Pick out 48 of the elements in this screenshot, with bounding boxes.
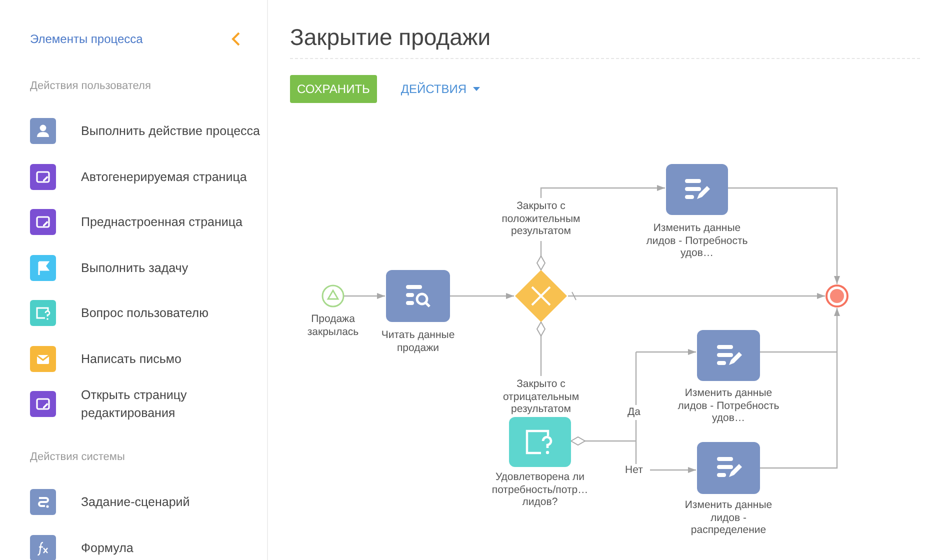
element-label[interactable]: Выполнить задачу	[81, 258, 188, 277]
page-pencil-icon[interactable]	[30, 164, 56, 190]
default-flow-mark	[572, 292, 576, 300]
envelope-icon[interactable]	[30, 346, 56, 372]
person-icon[interactable]	[30, 118, 56, 144]
node-label: Изменить данные лидов - распределение	[684, 499, 774, 536]
task-node[interactable]	[386, 270, 450, 322]
element-label[interactable]: Формула	[81, 538, 134, 557]
element-label[interactable]: Задание-сценарий	[81, 493, 190, 512]
window-question-icon[interactable]	[30, 300, 56, 326]
task-node[interactable]	[697, 442, 760, 494]
node-label: Продажа закрылась	[306, 313, 360, 338]
condition-marker-icon	[536, 321, 546, 337]
connector-arrow	[650, 467, 696, 473]
question-task-node[interactable]	[509, 417, 571, 467]
element-label[interactable]: Написать письмо	[81, 350, 182, 368]
start-event-icon	[321, 284, 345, 308]
connector-arrow	[636, 349, 696, 355]
formula-icon[interactable]	[30, 534, 56, 560]
node-label: Читать данные продажи	[380, 329, 456, 354]
element-label[interactable]: Автогенерируемая страница	[81, 168, 247, 186]
node-label: Изменить данные лидов - Потребность удов…	[676, 387, 780, 424]
page-pencil-icon[interactable]	[30, 391, 56, 418]
condition-marker-icon	[536, 255, 546, 271]
gateway-diamond	[514, 269, 568, 323]
element-label[interactable]: Открыть страницу редактирования	[81, 386, 266, 422]
panel-title: Элементы процесса	[30, 31, 143, 48]
list-magnifier-icon	[404, 283, 432, 309]
connector-arrow	[450, 293, 514, 299]
element-label[interactable]: Выполнить действие процесса	[81, 122, 260, 140]
task-node[interactable]	[697, 330, 760, 381]
node-label: Удовлетворена ли потребность/потр… лидов?	[490, 471, 590, 508]
connector-arrow	[344, 293, 385, 299]
page-title: Закрытие продажи	[290, 24, 920, 59]
page-pencil-icon[interactable]	[30, 209, 56, 236]
caret-icon	[472, 86, 480, 91]
condition-marker-icon	[570, 436, 586, 446]
end-event-icon	[825, 284, 849, 308]
element-label[interactable]: Вопрос пользователю	[81, 304, 208, 322]
node-label: Изменить данные лидов - Потребность удов…	[645, 222, 749, 260]
connector-line	[635, 352, 637, 405]
section-title: Действия пользователя	[30, 79, 152, 94]
script-icon[interactable]	[30, 489, 56, 516]
collapse-chevron-icon[interactable]	[231, 31, 241, 47]
element-label[interactable]: Преднастроенная страница	[81, 213, 242, 232]
section-title: Действия системы	[30, 450, 126, 465]
flag-icon[interactable]	[30, 254, 56, 281]
task-node[interactable]	[666, 164, 728, 215]
